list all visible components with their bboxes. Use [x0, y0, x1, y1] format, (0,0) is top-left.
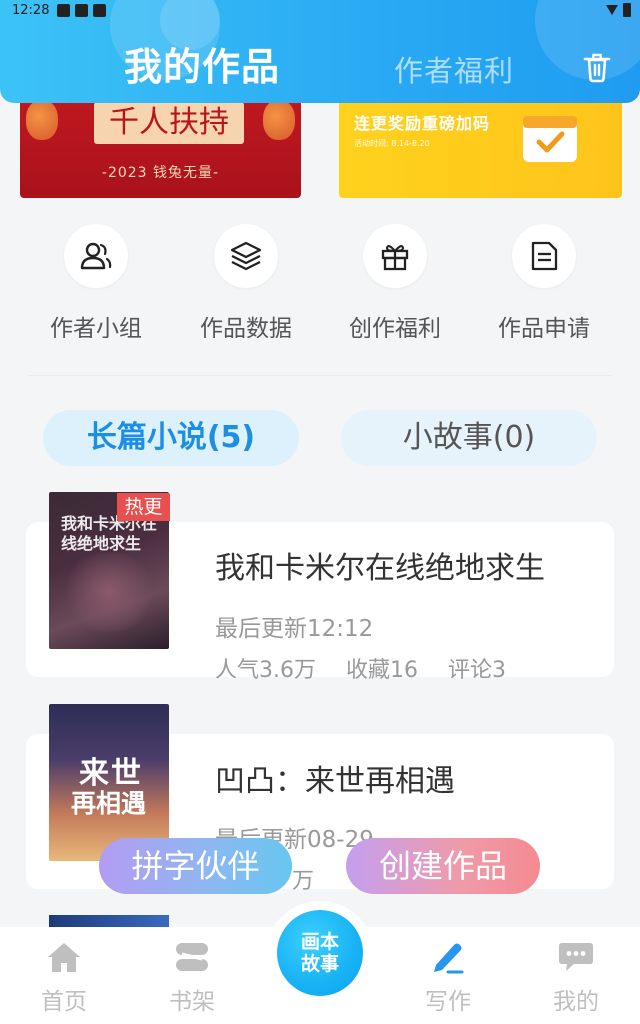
create-work-button[interactable]: 创建作品 — [346, 838, 540, 894]
quick-label: 作者小组 — [50, 316, 142, 338]
quick-label: 作品申请 — [498, 316, 590, 338]
hot-update-badge: 热更 — [117, 493, 170, 521]
bookshelf-icon — [176, 943, 208, 971]
tab-author-benefits[interactable]: 作者福利 — [394, 48, 514, 90]
users-icon — [80, 242, 112, 270]
book-popularity: 万 — [292, 869, 315, 894]
book-comments: 评论3 — [448, 658, 506, 683]
status-time: 12:28 — [12, 3, 50, 18]
tab-my-works[interactable]: 我的作品 — [124, 36, 280, 91]
quick-actions: 作者小组 作品数据 创作福利 作品申请 — [0, 224, 640, 344]
book-favorites: 收藏16 — [346, 658, 418, 683]
book-cover[interactable] — [49, 915, 169, 927]
notification-icon — [57, 4, 70, 17]
nav-label: 书架 — [169, 989, 215, 1015]
tab-long-novels[interactable]: 长篇小说(5) — [43, 410, 299, 466]
lantern-icon — [26, 100, 58, 140]
cover-title: 再相遇 — [71, 789, 147, 818]
notification-icon — [75, 4, 88, 17]
book-last-update: 最后更新12:12 — [215, 616, 374, 642]
trash-icon[interactable] — [580, 50, 614, 84]
battery-icon — [623, 3, 631, 17]
book-title: 我和卡米尔在线绝地求生 — [215, 551, 545, 586]
book-title: 凹凸：来世再相遇 — [215, 764, 455, 799]
quick-label: 创作福利 — [349, 316, 441, 338]
gift-icon — [381, 245, 409, 271]
pen-icon — [434, 943, 464, 974]
banner-right-headline: 连更奖励重磅加码 — [354, 114, 491, 133]
nav-label: 我的 — [553, 989, 599, 1015]
wifi-icon — [606, 5, 618, 15]
banner-right-date: 活动时间: 8.14-8.20 — [354, 139, 430, 148]
notification-icon — [93, 4, 106, 17]
banner-support-program[interactable]: 千人扶持 -2023 钱兔无量- — [20, 98, 301, 198]
banner-update-reward[interactable]: 连更奖励重磅加码 活动时间: 8.14-8.20 — [339, 98, 622, 198]
chat-bubble-icon — [559, 943, 593, 971]
document-icon — [531, 241, 558, 271]
quick-label: 作品数据 — [200, 316, 292, 338]
nav-label: 首页 — [41, 989, 87, 1015]
center-story-button[interactable]: 画本故事 — [277, 910, 363, 996]
status-bar: 12:28 — [0, 0, 640, 22]
nav-label: 写作 — [425, 989, 471, 1015]
lantern-icon — [263, 100, 295, 140]
word-partner-button[interactable]: 拼字伙伴 — [99, 838, 292, 894]
book-stats: 人气3.6万 收藏16 评论3 — [215, 652, 536, 684]
divider — [28, 375, 612, 376]
quick-work-data[interactable]: 作品数据 — [181, 224, 311, 338]
quick-work-application[interactable]: 作品申请 — [479, 224, 609, 338]
quick-creation-benefits[interactable]: 创作福利 — [330, 224, 460, 338]
layers-icon — [230, 241, 262, 271]
calendar-icon — [523, 116, 577, 162]
book-popularity: 人气3.6万 — [215, 658, 316, 683]
home-icon — [48, 943, 80, 972]
quick-author-group[interactable]: 作者小组 — [31, 224, 161, 338]
tab-short-stories[interactable]: 小故事(0) — [341, 410, 597, 466]
center-story-label: 画本故事 — [300, 931, 339, 975]
banner-left-headline: 千人扶持 — [94, 102, 244, 144]
banner-left-subline: -2023 钱兔无量- — [101, 165, 220, 181]
